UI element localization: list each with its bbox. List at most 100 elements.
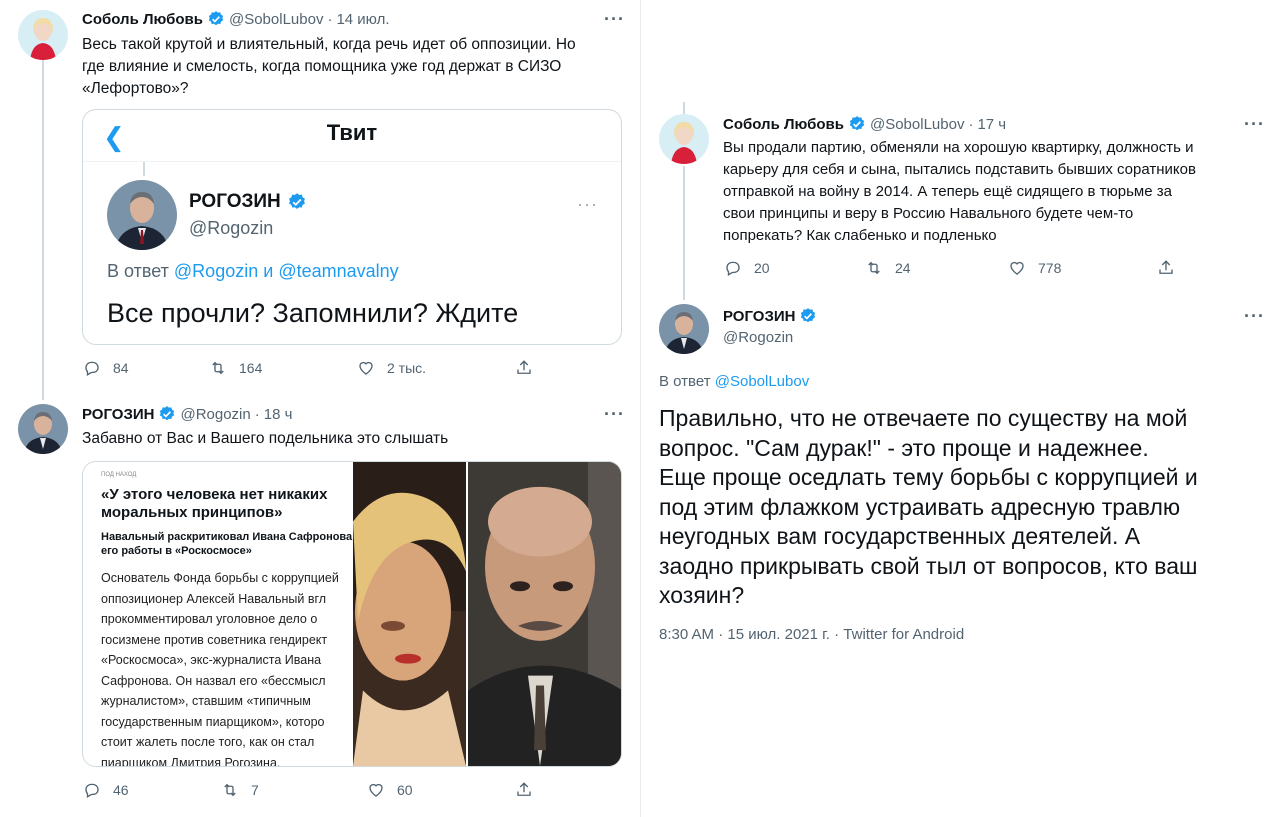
tweet-text-line: вопрос. "Сам дурак!" - это проще и надеж… [659,434,1149,461]
tweet-time[interactable]: 14 июл. [336,11,389,28]
share-icon [517,360,531,374]
tweet-time[interactable]: 18 ч [264,406,293,423]
like-button[interactable]: 778 [1008,259,1157,277]
tweet-actions: 84 164 2 тыс. [83,359,545,377]
like-button[interactable]: 2 тыс. [357,359,515,377]
author-handle[interactable]: @SobolLubov [870,116,964,133]
tweet-text-line: заодно прикрывать свой тыл от вопросов, … [659,552,1198,579]
tweet-text-line: «Лефортово»? [82,80,189,97]
tweet-text: Весь такой крутой и влиятельный, когда р… [82,34,632,100]
retweet-button[interactable]: 7 [221,781,367,799]
author-name[interactable]: РОГОЗИН [82,406,154,423]
like-count: 778 [1038,260,1062,276]
media-card[interactable]: ПОД НАХОД «У этого человека нет никаких … [82,461,622,767]
tweet-text-line: попрекать? Как слабенько и подленько [723,227,997,244]
share-button[interactable] [1157,259,1187,277]
author-handle[interactable]: @SobolLubov [229,11,323,28]
article-body-line: госизмене против советника гендирект [101,632,328,647]
retweet-count: 7 [251,782,259,798]
like-button[interactable]: 60 [367,781,515,799]
separator: · [968,115,974,133]
more-options-icon[interactable]: ··· [1244,307,1265,325]
share-icon [517,782,531,796]
share-button[interactable] [515,781,545,799]
retweet-button[interactable]: 24 [865,259,1008,277]
tweet-text-line: свои принципы и веру в Россию Навального… [723,205,1134,222]
verified-badge-icon [158,405,176,423]
author-handle[interactable]: @Rogozin [180,406,250,423]
article-headline: «У этого человека нет никаких моральных … [101,486,353,522]
heart-icon [359,361,373,375]
tweet-meta[interactable]: 8:30 AM · 15 июл. 2021 г. · Twitter for … [659,626,964,643]
separator: · [327,10,333,28]
tweet-text-line: неугодных вам государственных деятелей. … [659,523,1141,549]
article-screenshot: ПОД НАХОД «У этого человека нет никаких … [83,462,353,766]
heart-icon [1010,261,1024,275]
photo-woman [353,462,466,766]
quote-header-bar: ❮ Твит [83,110,621,162]
tweet-text-line: Правильно, что не отвечаете по существу … [659,405,1188,431]
more-options-icon[interactable]: ··· [604,405,625,423]
tweet-actions: 46 7 60 [83,781,545,799]
quote-title: Твит [326,120,378,145]
verified-badge-icon [287,192,307,212]
photo-man [468,462,621,766]
tweet-text-line: где влияние и смелость, когда помощника … [82,58,562,75]
avatar[interactable] [659,114,709,164]
verified-badge-icon [207,10,225,28]
more-options-icon[interactable]: ··· [604,10,625,28]
avatar[interactable] [18,10,68,60]
reply-prefix: В ответ [107,261,169,281]
retweet-count: 164 [239,360,263,376]
thread-line [683,102,685,114]
article-body-line: пиарщиком Дмитрия Рогозина. [101,755,281,767]
more-options-icon[interactable]: ··· [1244,115,1265,133]
tweet-text-line: Еще проще оседлать тему борьбы с коррупц… [659,464,1198,490]
author-name[interactable]: РОГОЗИН [723,308,795,325]
reply-prefix: В ответ [659,373,711,390]
quoted-tweet-card[interactable]: ❮ Твит РОГОЗИН @Rogozin ··· В ответ @Rog… [82,109,622,345]
avatar[interactable] [18,404,68,454]
like-count: 2 тыс. [387,360,427,376]
article-body-line: государственным пиарщиком», которо [101,714,325,729]
tweet-text-line: Вы продали партию, обменяли на хорошую к… [723,139,1194,156]
heart-icon [369,783,383,797]
tweet-text-line: хозяин? [659,582,745,608]
reply-button[interactable]: 84 [83,359,209,377]
reply-button[interactable]: 46 [83,781,221,799]
avatar[interactable] [107,180,177,250]
quote-text: Все прочли? Запомнили? Ждите [107,298,519,328]
column-divider [640,0,641,817]
verified-badge-icon [848,115,866,133]
avatar[interactable] [659,304,709,354]
tweet-text-line: карьеру для себя и сына, пытались подста… [723,161,1196,178]
tweet-header: РОГОЗИН @Rogozin · 18 ч [82,405,292,423]
quote-author-handle[interactable]: @Rogozin [189,218,273,239]
tweet-text-line: Весь такой крутой и влиятельный, когда р… [82,36,576,53]
article-body-line: Сафронова. Он назвал его «бессмысл [101,673,326,688]
retweet-icon [212,361,224,375]
tweet-header: РОГОЗИН [723,307,821,325]
tweet-text: Правильно, что не отвечаете по существу … [659,404,1259,611]
more-options-icon[interactable]: ··· [577,194,598,215]
retweet-button[interactable]: 164 [209,359,357,377]
mention-link[interactable]: @SobolLubov [715,373,809,390]
reply-conjunction: и [263,261,274,281]
thread-line [42,60,44,400]
article-kicker: ПОД НАХОД [101,472,137,478]
share-icon [1159,260,1173,274]
quote-author-name[interactable]: РОГОЗИН [189,191,311,213]
author-name[interactable]: Соболь Любовь [723,116,844,133]
retweet-icon [868,261,880,275]
mention-link[interactable]: @teamnavalny [278,261,398,281]
tweet-text-line: под этим флажком устраивать адресную тра… [659,493,1181,520]
reply-button[interactable]: 20 [724,259,865,277]
author-name[interactable]: Соболь Любовь [82,11,203,28]
share-button[interactable] [515,359,545,377]
tweet-time[interactable]: 17 ч [977,116,1006,133]
author-handle[interactable]: @Rogozin [723,329,793,346]
verified-badge-icon [799,307,817,325]
reply-icon [726,261,740,276]
quote-author-name-text: РОГОЗИН [189,191,281,212]
mention-link[interactable]: @Rogozin [174,261,258,281]
